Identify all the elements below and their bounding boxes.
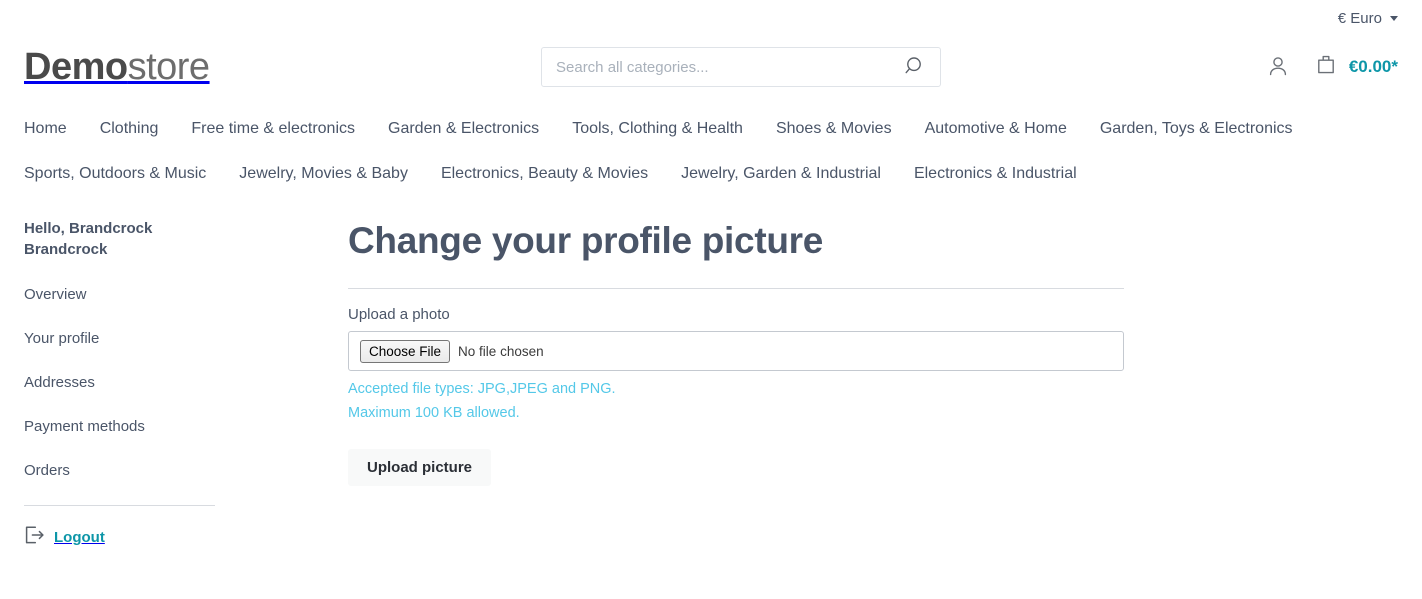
choose-file-button[interactable]: Choose File <box>360 339 451 363</box>
nav-item-tools-clothing-health[interactable]: Tools, Clothing & Health <box>572 106 743 151</box>
account-button[interactable] <box>1265 53 1291 82</box>
main-navigation: Home Clothing Free time & electronics Ga… <box>0 98 1398 196</box>
page-body: Hello, Brandcrock Brandcrock Overview Yo… <box>0 196 1422 550</box>
nav-item-automotive-home[interactable]: Automotive & Home <box>925 106 1067 151</box>
nav-item-jewelry-movies-baby[interactable]: Jewelry, Movies & Baby <box>239 151 408 196</box>
nav-item-garden-toys-electronics[interactable]: Garden, Toys & Electronics <box>1100 106 1293 151</box>
logout-link[interactable]: Logout <box>24 525 324 550</box>
account-sidebar: Hello, Brandcrock Brandcrock Overview Yo… <box>0 218 348 550</box>
nav-item-sports-outdoors-music[interactable]: Sports, Outdoors & Music <box>24 151 206 196</box>
logo-bold-text: Demo <box>24 46 128 88</box>
header-actions: €0.00* <box>1265 36 1398 98</box>
search-input[interactable] <box>554 57 902 77</box>
file-input-native[interactable]: Choose File No file chosen <box>360 339 544 363</box>
nav-item-jewelry-garden-industrial[interactable]: Jewelry, Garden & Industrial <box>681 151 881 196</box>
nav-item-shoes-movies[interactable]: Shoes & Movies <box>776 106 892 151</box>
currency-label: € Euro <box>1337 9 1382 27</box>
upload-photo-label: Upload a photo <box>348 306 450 323</box>
accepted-file-types-hint: Accepted file types: JPG,JPEG and PNG. <box>348 381 616 397</box>
search-button[interactable] <box>902 55 928 80</box>
sidebar-divider <box>24 505 215 506</box>
nav-item-electronics-beauty-movies[interactable]: Electronics, Beauty & Movies <box>441 151 648 196</box>
nav-item-home[interactable]: Home <box>24 106 67 151</box>
maximum-size-hint: Maximum 100 KB allowed. <box>348 405 520 421</box>
sidebar-item-overview[interactable]: Overview <box>24 285 324 305</box>
sidebar-item-your-profile[interactable]: Your profile <box>24 329 324 349</box>
nav-item-clothing[interactable]: Clothing <box>100 106 159 151</box>
top-utility-bar: € Euro <box>0 0 1422 36</box>
site-logo[interactable]: Demostore <box>24 48 210 86</box>
sidebar-item-orders[interactable]: Orders <box>24 461 324 481</box>
shopping-bag-icon <box>1313 52 1339 83</box>
currency-switcher[interactable]: € Euro <box>1338 10 1398 27</box>
nav-item-garden-electronics[interactable]: Garden & Electronics <box>388 106 539 151</box>
search-box[interactable] <box>541 47 941 87</box>
person-icon <box>1265 53 1291 82</box>
logo-light-text: store <box>127 46 210 88</box>
page-title: Change your profile picture <box>348 220 824 261</box>
site-header: Demostore Search all categories... €0.00… <box>0 36 1422 98</box>
cart-total-amount: €0.00* <box>1348 57 1398 76</box>
search-icon <box>904 55 926 80</box>
chevron-down-icon <box>1390 15 1398 21</box>
sidebar-item-addresses[interactable]: Addresses <box>24 373 324 393</box>
cart-button[interactable]: €0.00* <box>1313 52 1398 83</box>
nav-item-electronics-industrial[interactable]: Electronics & Industrial <box>914 151 1077 196</box>
sidebar-item-payment-methods[interactable]: Payment methods <box>24 417 324 437</box>
upload-picture-button[interactable]: Upload picture <box>348 449 492 486</box>
file-chosen-status: No file chosen <box>458 343 544 359</box>
account-greeting: Hello, Brandcrock Brandcrock <box>24 220 153 258</box>
logout-icon <box>24 525 46 550</box>
profile-picture-file-input[interactable]: Choose File No file chosen <box>348 331 1124 371</box>
nav-item-free-time-electronics[interactable]: Free time & electronics <box>191 106 355 151</box>
main-content: Change your profile picture Upload a pho… <box>348 218 1422 550</box>
logout-label: Logout <box>54 529 105 546</box>
search-container <box>541 47 941 87</box>
title-divider <box>348 288 1124 289</box>
